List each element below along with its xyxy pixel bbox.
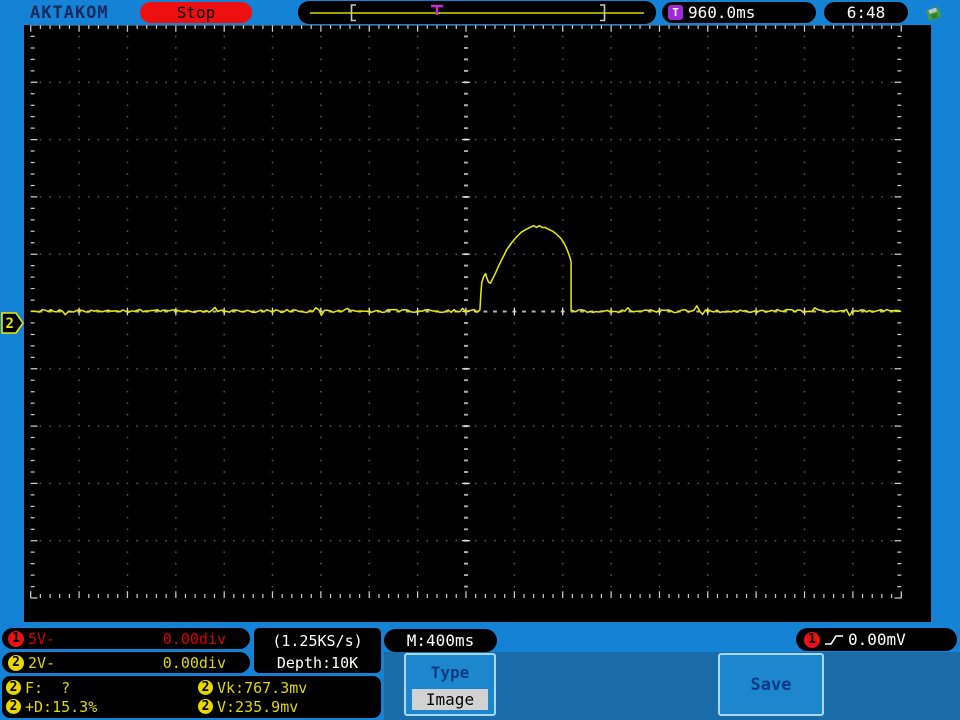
graticule-display [24,25,931,622]
clock-readout: 6:48 [824,2,908,23]
usb-storage-icon [926,6,942,21]
trigger-level-value: 0.00mV [848,630,906,649]
measurement-text: V:235.9mv [217,697,299,716]
measurement-duty: 2 +D:15.3% [6,697,198,716]
trigger-t-icon: T [668,5,683,20]
channel2-badge: 2 [8,654,24,671]
channel2-offset: 0.00div [162,653,226,672]
oscilloscope-screen: AKTAKOM Stop T 960.0ms 6:48 2 1 5V- 0.00… [0,0,960,720]
save-label: Save [750,674,792,695]
measurement-channel-badge: 2 [6,699,21,714]
type-softkey-button[interactable]: Type Image [404,653,496,716]
channel1-status: 1 5V- 0.00div [2,628,250,649]
channel2-status: 2 2V- 0.00div [2,652,250,673]
channel1-badge: 1 [8,630,24,647]
save-softkey-button[interactable]: Save [718,653,824,716]
type-label: Type [430,663,470,682]
trigger-level-readout: 1 0.00mV [796,628,957,651]
channel1-scale: 5V- [28,629,56,648]
softkey-menu-panel: Type Image Save [384,652,960,720]
rising-edge-icon [825,634,843,645]
measurement-text: F: ? [25,678,71,697]
trigger-position-graphic [310,4,644,22]
memory-depth: Depth:10K [276,654,359,672]
channel2-position-marker[interactable]: 2 [1,311,25,335]
measurement-text: +D:15.3% [25,697,98,716]
acquisition-info: (1.25KS/s) Depth:10K [254,628,381,673]
channel1-offset: 0.00div [162,629,226,648]
trigger-position-bar[interactable] [298,1,656,24]
waveform-plot [30,25,902,599]
channel2-marker-label: 2 [6,316,14,332]
trigger-source-badge: 1 [804,631,820,648]
sample-rate: (1.25KS/s) [272,632,363,650]
measurement-channel-badge: 2 [198,680,213,695]
trigger-time-value: 960.0ms [688,3,756,22]
brand-label: AKTAKOM [30,3,109,23]
timebase-readout: M:400ms [384,629,497,652]
type-selected-value[interactable]: Image [412,689,488,710]
measurement-channel-badge: 2 [6,680,21,695]
trigger-time-readout: T 960.0ms [662,2,816,23]
measurement-frequency: 2 F: ? [6,678,198,697]
measurements-panel: 2 F: ? 2 Vk:767.3mv 2 +D:15.3% 2 V:235.9… [2,676,381,718]
measurement-v: 2 V:235.9mv [198,697,377,716]
measurement-channel-badge: 2 [198,699,213,714]
measurement-text: Vk:767.3mv [217,678,308,697]
measurement-vk: 2 Vk:767.3mv [198,678,377,697]
run-stop-button[interactable]: Stop [140,2,252,23]
channel2-scale: 2V- [28,653,56,672]
channel2-trace [30,224,901,317]
